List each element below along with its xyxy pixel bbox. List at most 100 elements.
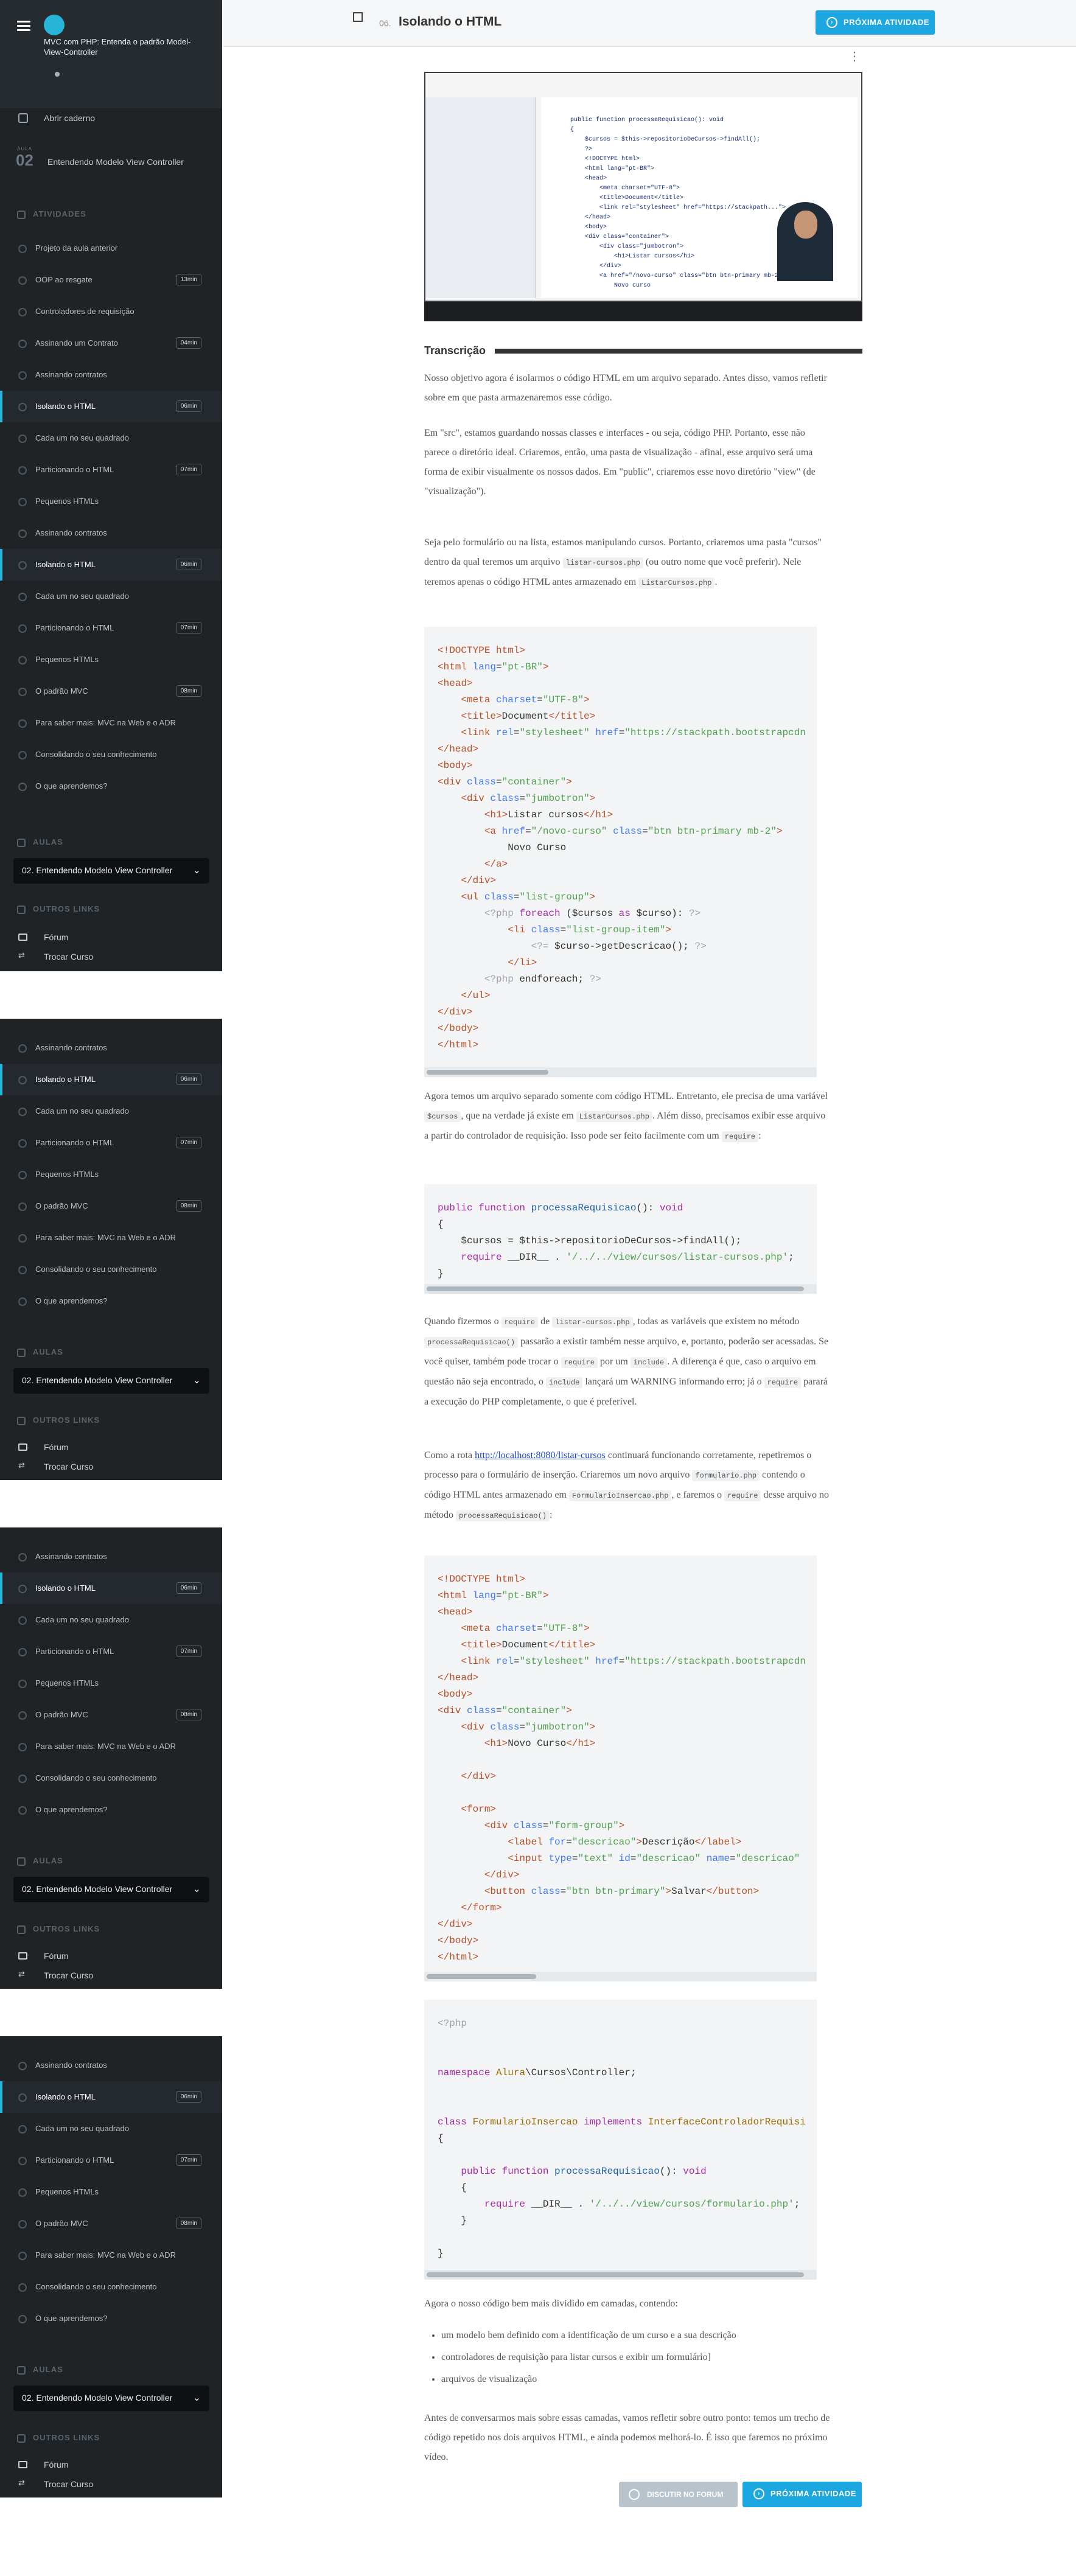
sidebar-activity-item[interactable]: Assinando contratos <box>0 1032 222 1064</box>
sidebar-activity-item[interactable]: O padrão MVC 08min <box>0 1190 222 1222</box>
sidebar-activity-item[interactable]: Cada um no seu quadrado <box>0 1095 222 1127</box>
forum-link[interactable]: Fórum <box>0 1437 222 1458</box>
code-block-formulario-controller[interactable]: <?php namespace Alura\Cursos\Controller;… <box>424 2000 817 2280</box>
more-options-icon[interactable]: ⋮ <box>846 49 863 66</box>
forum-link[interactable]: Fórum <box>0 2455 222 2476</box>
sidebar-activity-item[interactable]: Controladores de requisição <box>0 296 222 327</box>
activity-label: Cada um no seu quadrado <box>35 592 129 601</box>
sidebar-activity-item[interactable]: Particionando o HTML 07min <box>0 1127 222 1159</box>
sidebar-activity-item[interactable]: Particionando o HTML 07min <box>0 612 222 644</box>
sidebar-activity-item[interactable]: Pequenos HTMLs <box>0 2176 222 2208</box>
sidebar-activity-item[interactable]: Consolidando o seu conhecimento <box>0 1762 222 1794</box>
sidebar-activity-item[interactable]: Assinando um Contrato 04min <box>0 327 222 359</box>
check-circle-icon <box>18 1297 27 1306</box>
horizontal-scrollbar[interactable] <box>427 1974 536 1979</box>
activity-label: Isolando o HTML <box>35 402 96 411</box>
sidebar-activity-item[interactable]: Pequenos HTMLs <box>0 644 222 675</box>
check-circle-icon <box>18 688 27 696</box>
sidebar-activity-item[interactable]: O que aprendemos? <box>0 1794 222 1826</box>
next-activity-button[interactable]: › PRÓXIMA ATIVIDADE <box>816 10 935 35</box>
activity-label: O que aprendemos? <box>35 1296 108 1305</box>
sidebar-activity-item[interactable]: Pequenos HTMLs <box>0 486 222 517</box>
activity-label: O que aprendemos? <box>35 2314 108 2323</box>
discuss-forum-button[interactable]: DISCUTIR NO FORUM <box>619 2482 738 2507</box>
aula-select[interactable]: 02. Entendendo Modelo View Controller ⌄ <box>13 858 209 884</box>
sidebar-activity-item[interactable]: O padrão MVC 08min <box>0 1699 222 1731</box>
sidebar-activity-item[interactable]: Cada um no seu quadrado <box>0 422 222 454</box>
video-player[interactable]: public function processaRequisicao(): vo… <box>424 72 862 321</box>
check-circle-icon <box>18 2093 27 2102</box>
sidebar-activity-item[interactable]: Consolidando o seu conhecimento <box>0 1254 222 1285</box>
trocar-curso-link[interactable]: ⇄ Trocar Curso <box>0 947 222 968</box>
duration-badge: 07min <box>176 622 201 634</box>
horizontal-scrollbar[interactable] <box>427 2272 804 2277</box>
aula-select[interactable]: 02. Entendendo Modelo View Controller ⌄ <box>13 2386 209 2411</box>
summary-list: um modelo bem definido com a identificaç… <box>424 2325 848 2390</box>
activity-label: Isolando o HTML <box>35 560 96 569</box>
code-block-listar[interactable]: <!DOCTYPE html> <html lang="pt-BR"> <hea… <box>424 627 817 1077</box>
horizontal-scrollbar[interactable] <box>427 1070 548 1075</box>
check-circle-icon <box>18 2252 27 2260</box>
open-notebook-link[interactable]: Abrir caderno <box>0 103 222 134</box>
sidebar-activity-item[interactable]: Assinando contratos <box>0 359 222 391</box>
sidebar-activity-item[interactable]: Assinando contratos <box>0 517 222 549</box>
sidebar-activity-item[interactable]: Cada um no seu quadrado <box>0 1604 222 1636</box>
sidebar-activity-item[interactable]: Cada um no seu quadrado <box>0 2113 222 2145</box>
sidebar-activity-item[interactable]: O padrão MVC 08min <box>0 675 222 707</box>
sidebar-activity-item[interactable]: Pequenos HTMLs <box>0 1159 222 1190</box>
sidebar-activity-item[interactable]: Consolidando o seu conhecimento <box>0 739 222 770</box>
sidebar-activity-item[interactable]: Isolando o HTML 06min <box>0 2081 222 2113</box>
sidebar: MVC com PHP: Entenda o padrão Model-View… <box>0 0 222 971</box>
sidebar-activity-item[interactable]: Para saber mais: MVC na Web e o ADR <box>0 1222 222 1254</box>
sidebar-activity-item[interactable]: O que aprendemos? <box>0 770 222 802</box>
trocar-curso-link[interactable]: ⇄ Trocar Curso <box>0 2474 222 2495</box>
code-block-require-listar[interactable]: public function processaRequisicao(): vo… <box>424 1184 817 1294</box>
trocar-curso-link[interactable]: ⇄ Trocar Curso <box>0 1966 222 1986</box>
check-circle-icon <box>18 2062 27 2070</box>
sidebar-activity-item[interactable]: Para saber mais: MVC na Web e o ADR <box>0 1731 222 1762</box>
menu-icon[interactable] <box>17 21 30 32</box>
sidebar-activity-item[interactable]: O padrão MVC 08min <box>0 2208 222 2239</box>
sidebar-activity-item[interactable]: O que aprendemos? <box>0 1285 222 1317</box>
alura-logo-icon[interactable] <box>44 15 65 35</box>
aula-select[interactable]: 02. Entendendo Modelo View Controller ⌄ <box>13 1368 209 1394</box>
sidebar-activity-item[interactable]: Isolando o HTML 06min <box>0 1572 222 1604</box>
sidebar-activity-item[interactable]: Isolando o HTML 06min <box>0 391 222 422</box>
sidebar-activity-item[interactable]: Pequenos HTMLs <box>0 1667 222 1699</box>
grid-icon[interactable] <box>353 12 363 22</box>
sidebar-activity-item[interactable]: Assinando contratos <box>0 1541 222 1572</box>
check-circle-icon <box>18 1139 27 1148</box>
course-title[interactable]: MVC com PHP: Entenda o padrão Model-View… <box>44 37 202 57</box>
book-icon <box>17 1857 26 1866</box>
trocar-curso-link[interactable]: ⇄ Trocar Curso <box>0 1457 222 1478</box>
sidebar-activity-item[interactable]: Para saber mais: MVC na Web e o ADR <box>0 707 222 739</box>
code-block-formulario[interactable]: <!DOCTYPE html> <html lang="pt-BR"> <hea… <box>424 1555 817 1981</box>
sidebar-activity-item[interactable]: Projeto da aula anterior <box>0 232 222 264</box>
localhost-link[interactable]: http://localhost:8080/listar-cursos <box>475 1450 606 1461</box>
sidebar-activity-item[interactable]: Particionando o HTML 07min <box>0 1636 222 1667</box>
next-activity-button-bottom[interactable]: › PRÓXIMA ATIVIDADE <box>742 2482 862 2507</box>
check-circle-icon <box>18 1202 27 1211</box>
horizontal-scrollbar[interactable] <box>427 1286 804 1291</box>
sidebar-activity-item[interactable]: Isolando o HTML 06min <box>0 1064 222 1095</box>
duration-badge: 06min <box>176 1582 201 1594</box>
aula-select[interactable]: 02. Entendendo Modelo View Controller ⌄ <box>13 1877 209 1902</box>
check-circle-icon <box>18 2125 27 2134</box>
sidebar-activity-item[interactable]: Consolidando o seu conhecimento <box>0 2271 222 2303</box>
sidebar-activity-item[interactable]: Particionando o HTML 07min <box>0 454 222 486</box>
transcript-paragraph: Em "src", estamos guardando nossas class… <box>424 428 816 497</box>
sidebar-activity-item[interactable]: Particionando o HTML 07min <box>0 2145 222 2176</box>
sidebar-activity-item[interactable]: Assinando contratos <box>0 2050 222 2081</box>
forum-link[interactable]: Fórum <box>0 927 222 948</box>
sidebar-activity-item[interactable]: OOP ao resgate 13min <box>0 264 222 296</box>
activity-label: Pequenos HTMLs <box>35 2187 99 2196</box>
forum-link[interactable]: Fórum <box>0 1946 222 1967</box>
activity-label: Consolidando o seu conhecimento <box>35 2282 157 2291</box>
other-links-header: OUTROS LINKS <box>17 1924 100 1934</box>
aula-title-row[interactable]: Entendendo Modelo View Controller <box>0 148 222 179</box>
sidebar-activity-item[interactable]: Cada um no seu quadrado <box>0 581 222 612</box>
sidebar-activity-item[interactable]: Isolando o HTML 06min <box>0 549 222 581</box>
sidebar-activity-item[interactable]: Para saber mais: MVC na Web e o ADR <box>0 2239 222 2271</box>
aulas-header: AULAS <box>17 1856 63 1866</box>
sidebar-activity-item[interactable]: O que aprendemos? <box>0 2303 222 2334</box>
